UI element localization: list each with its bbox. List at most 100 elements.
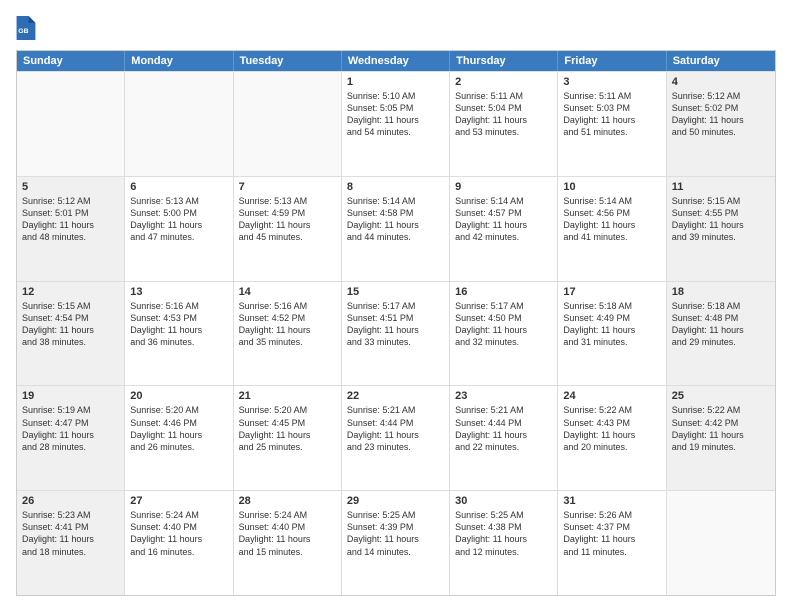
cell-info: Sunrise: 5:18 AM Sunset: 4:48 PM Dayligh… (672, 300, 770, 349)
calendar-cell: 12 Sunrise: 5:15 AM Sunset: 4:54 PM Dayli… (17, 282, 125, 386)
cell-info: Sunrise: 5:13 AM Sunset: 5:00 PM Dayligh… (130, 195, 227, 244)
day-number: 7 (239, 181, 336, 193)
calendar-cell: 25 Sunrise: 5:22 AM Sunset: 4:42 PM Dayli… (667, 386, 775, 490)
cell-info: Sunrise: 5:10 AM Sunset: 5:05 PM Dayligh… (347, 90, 444, 139)
cell-info: Sunrise: 5:14 AM Sunset: 4:58 PM Dayligh… (347, 195, 444, 244)
cell-info: Sunrise: 5:17 AM Sunset: 4:50 PM Dayligh… (455, 300, 552, 349)
calendar-cell: 26 Sunrise: 5:23 AM Sunset: 4:41 PM Dayli… (17, 491, 125, 595)
calendar-week: 1 Sunrise: 5:10 AM Sunset: 5:05 PM Daylig… (17, 71, 775, 176)
calendar: SundayMondayTuesdayWednesdayThursdayFrid… (16, 50, 776, 596)
calendar-cell: 6 Sunrise: 5:13 AM Sunset: 5:00 PM Daylig… (125, 177, 233, 281)
calendar-cell (234, 72, 342, 176)
calendar-cell: 2 Sunrise: 5:11 AM Sunset: 5:04 PM Daylig… (450, 72, 558, 176)
calendar-cell: 29 Sunrise: 5:25 AM Sunset: 4:39 PM Dayli… (342, 491, 450, 595)
day-number: 1 (347, 76, 444, 88)
day-number: 6 (130, 181, 227, 193)
calendar-cell: 9Sunrise: 5:14 AM Sunset: 4:57 PM Daylig… (450, 177, 558, 281)
calendar-cell: 19Sunrise: 5:19 AM Sunset: 4:47 PM Dayli… (17, 386, 125, 490)
day-number: 31 (563, 495, 660, 507)
day-number: 20 (130, 390, 227, 402)
calendar-body: 1 Sunrise: 5:10 AM Sunset: 5:05 PM Daylig… (17, 71, 775, 595)
calendar-week: 26 Sunrise: 5:23 AM Sunset: 4:41 PM Dayli… (17, 490, 775, 595)
calendar-cell: 21 Sunrise: 5:20 AM Sunset: 4:45 PM Dayli… (234, 386, 342, 490)
day-number: 15 (347, 286, 444, 298)
day-number: 28 (239, 495, 336, 507)
cell-info: Sunrise: 5:19 AM Sunset: 4:47 PM Dayligh… (22, 404, 119, 453)
day-number: 14 (239, 286, 336, 298)
day-number: 4 (672, 76, 770, 88)
day-number: 25 (672, 390, 770, 402)
calendar-cell (667, 491, 775, 595)
calendar-cell: 17 Sunrise: 5:18 AM Sunset: 4:49 PM Dayli… (558, 282, 666, 386)
day-number: 5 (22, 181, 119, 193)
day-number: 24 (563, 390, 660, 402)
cell-info: Sunrise: 5:11 AM Sunset: 5:04 PM Dayligh… (455, 90, 552, 139)
calendar-header-cell: Tuesday (234, 51, 342, 71)
calendar-cell (17, 72, 125, 176)
day-number: 22 (347, 390, 444, 402)
calendar-cell: 20 Sunrise: 5:20 AM Sunset: 4:46 PM Dayli… (125, 386, 233, 490)
cell-info: Sunrise: 5:17 AM Sunset: 4:51 PM Dayligh… (347, 300, 444, 349)
calendar-cell: 10Sunrise: 5:14 AM Sunset: 4:56 PM Dayli… (558, 177, 666, 281)
calendar-cell: 11Sunrise: 5:15 AM Sunset: 4:55 PM Dayli… (667, 177, 775, 281)
day-number: 2 (455, 76, 552, 88)
calendar-cell: 13 Sunrise: 5:16 AM Sunset: 4:53 PM Dayli… (125, 282, 233, 386)
calendar-cell: 18 Sunrise: 5:18 AM Sunset: 4:48 PM Dayli… (667, 282, 775, 386)
day-number: 12 (22, 286, 119, 298)
cell-info: Sunrise: 5:16 AM Sunset: 4:53 PM Dayligh… (130, 300, 227, 349)
day-number: 11 (672, 181, 770, 193)
cell-info: Sunrise: 5:24 AM Sunset: 4:40 PM Dayligh… (239, 509, 336, 558)
calendar-cell: 4 Sunrise: 5:12 AM Sunset: 5:02 PM Daylig… (667, 72, 775, 176)
cell-info: Sunrise: 5:22 AM Sunset: 4:42 PM Dayligh… (672, 404, 770, 453)
calendar-cell: 28 Sunrise: 5:24 AM Sunset: 4:40 PM Dayli… (234, 491, 342, 595)
calendar-header-cell: Thursday (450, 51, 558, 71)
cell-info: Sunrise: 5:23 AM Sunset: 4:41 PM Dayligh… (22, 509, 119, 558)
cell-info: Sunrise: 5:21 AM Sunset: 4:44 PM Dayligh… (455, 404, 552, 453)
day-number: 26 (22, 495, 119, 507)
logo: GB (16, 16, 40, 40)
calendar-cell: 31Sunrise: 5:26 AM Sunset: 4:37 PM Dayli… (558, 491, 666, 595)
calendar-cell: 5 Sunrise: 5:12 AM Sunset: 5:01 PM Daylig… (17, 177, 125, 281)
svg-text:GB: GB (18, 28, 28, 35)
day-number: 9 (455, 181, 552, 193)
calendar-cell: 23Sunrise: 5:21 AM Sunset: 4:44 PM Dayli… (450, 386, 558, 490)
calendar-header-cell: Wednesday (342, 51, 450, 71)
cell-info: Sunrise: 5:25 AM Sunset: 4:39 PM Dayligh… (347, 509, 444, 558)
calendar-cell: 1 Sunrise: 5:10 AM Sunset: 5:05 PM Daylig… (342, 72, 450, 176)
cell-info: Sunrise: 5:24 AM Sunset: 4:40 PM Dayligh… (130, 509, 227, 558)
calendar-cell: 3Sunrise: 5:11 AM Sunset: 5:03 PM Daylig… (558, 72, 666, 176)
header: GB (16, 16, 776, 40)
calendar-header-cell: Sunday (17, 51, 125, 71)
day-number: 13 (130, 286, 227, 298)
cell-info: Sunrise: 5:18 AM Sunset: 4:49 PM Dayligh… (563, 300, 660, 349)
calendar-week: 12 Sunrise: 5:15 AM Sunset: 4:54 PM Dayli… (17, 281, 775, 386)
day-number: 8 (347, 181, 444, 193)
cell-info: Sunrise: 5:20 AM Sunset: 4:46 PM Dayligh… (130, 404, 227, 453)
calendar-header-cell: Friday (558, 51, 666, 71)
calendar-cell: 16Sunrise: 5:17 AM Sunset: 4:50 PM Dayli… (450, 282, 558, 386)
cell-info: Sunrise: 5:16 AM Sunset: 4:52 PM Dayligh… (239, 300, 336, 349)
calendar-cell: 24 Sunrise: 5:22 AM Sunset: 4:43 PM Dayli… (558, 386, 666, 490)
cell-info: Sunrise: 5:15 AM Sunset: 4:54 PM Dayligh… (22, 300, 119, 349)
day-number: 30 (455, 495, 552, 507)
calendar-header-cell: Saturday (667, 51, 775, 71)
page: GB SundayMondayTuesdayWednesdayThursdayF… (0, 0, 792, 612)
logo-icon: GB (16, 16, 36, 40)
cell-info: Sunrise: 5:20 AM Sunset: 4:45 PM Dayligh… (239, 404, 336, 453)
day-number: 10 (563, 181, 660, 193)
calendar-cell: 7Sunrise: 5:13 AM Sunset: 4:59 PM Daylig… (234, 177, 342, 281)
day-number: 29 (347, 495, 444, 507)
calendar-cell: 15 Sunrise: 5:17 AM Sunset: 4:51 PM Dayli… (342, 282, 450, 386)
cell-info: Sunrise: 5:12 AM Sunset: 5:01 PM Dayligh… (22, 195, 119, 244)
cell-info: Sunrise: 5:22 AM Sunset: 4:43 PM Dayligh… (563, 404, 660, 453)
calendar-header: SundayMondayTuesdayWednesdayThursdayFrid… (17, 51, 775, 71)
calendar-cell: 8 Sunrise: 5:14 AM Sunset: 4:58 PM Daylig… (342, 177, 450, 281)
cell-info: Sunrise: 5:12 AM Sunset: 5:02 PM Dayligh… (672, 90, 770, 139)
day-number: 21 (239, 390, 336, 402)
day-number: 17 (563, 286, 660, 298)
day-number: 3 (563, 76, 660, 88)
day-number: 18 (672, 286, 770, 298)
calendar-header-cell: Monday (125, 51, 233, 71)
day-number: 27 (130, 495, 227, 507)
calendar-cell: 14 Sunrise: 5:16 AM Sunset: 4:52 PM Dayli… (234, 282, 342, 386)
